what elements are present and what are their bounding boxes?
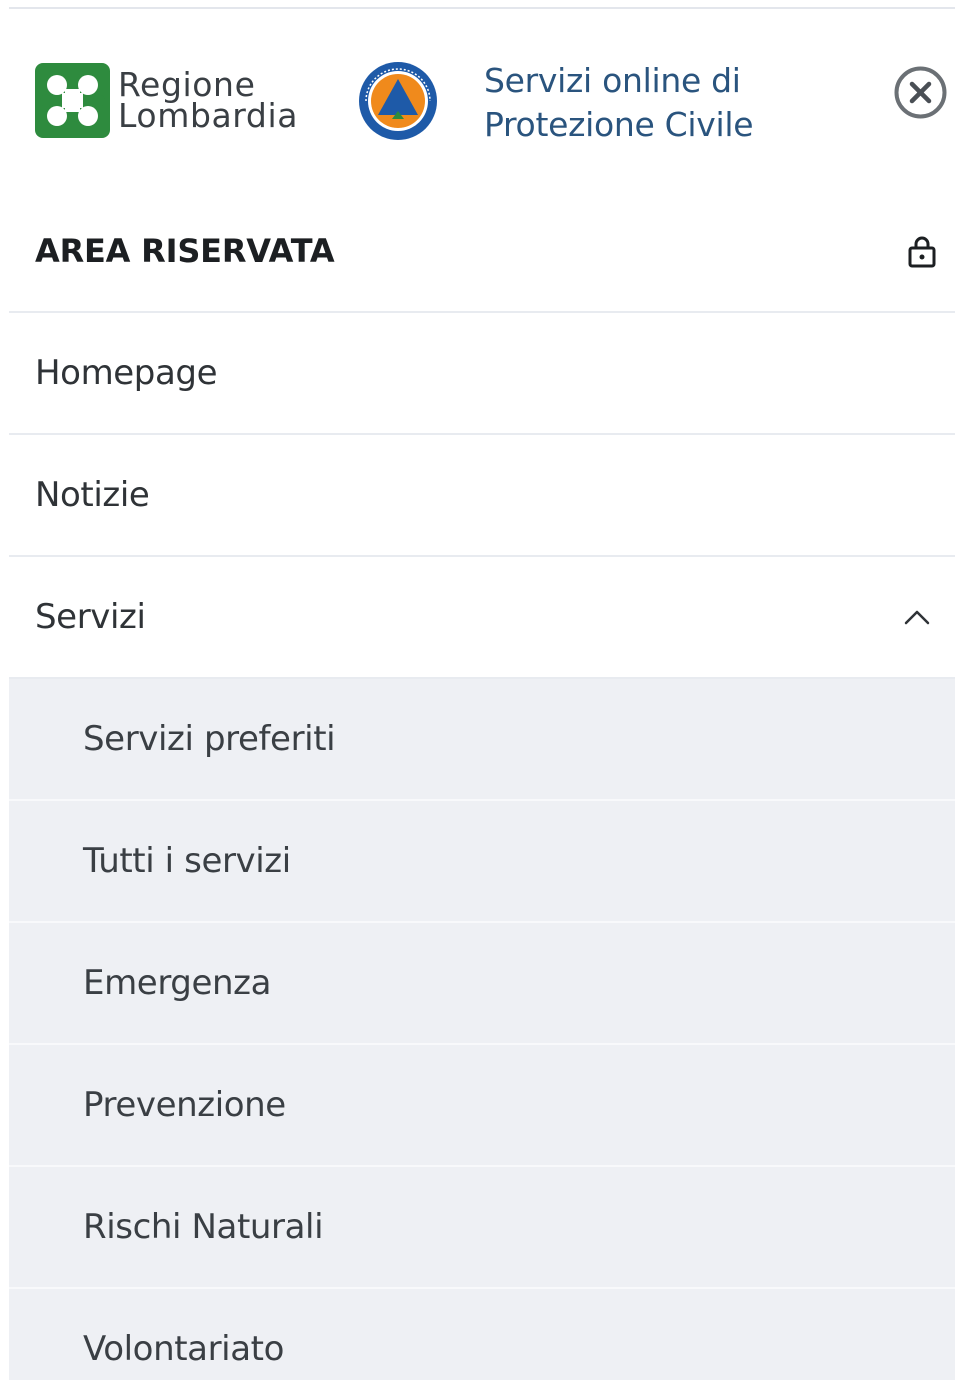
org-name-line2: Lombardia <box>118 96 299 135</box>
area-riservata-label: AREA RISERVATA <box>35 231 335 270</box>
main-menu: AREA RISERVATA Homepage Notizie Servizi … <box>9 190 955 1380</box>
protezione-civile-logo-icon <box>359 62 437 140</box>
submenu-item-label: Rischi Naturali <box>83 1207 324 1247</box>
menu-item-servizi[interactable]: Servizi <box>9 557 955 679</box>
menu-item-homepage[interactable]: Homepage <box>9 313 955 435</box>
submenu-item-rischi-naturali[interactable]: Rischi Naturali <box>9 1167 955 1289</box>
submenu-item-tutti-i-servizi[interactable]: Tutti i servizi <box>9 801 955 923</box>
regione-lombardia-wordmark: Regione Lombardia <box>118 68 299 135</box>
menu-header: Regione Lombardia Servizi online di Prot… <box>0 9 955 187</box>
service-title-line2: Protezione Civile <box>484 105 754 144</box>
lock-icon <box>908 236 936 267</box>
chevron-up-icon[interactable] <box>903 608 931 626</box>
service-title: Servizi online di Protezione Civile <box>484 59 754 147</box>
notizie-label: Notizie <box>35 475 150 515</box>
submenu-item-label: Volontariato <box>83 1329 284 1369</box>
submenu-item-label: Emergenza <box>83 963 272 1003</box>
menu-item-notizie[interactable]: Notizie <box>9 435 955 557</box>
submenu-item-label: Prevenzione <box>83 1085 286 1125</box>
regione-lombardia-logo-icon[interactable] <box>35 63 110 138</box>
submenu-item-servizi-preferiti[interactable]: Servizi preferiti <box>9 679 955 801</box>
homepage-label: Homepage <box>35 353 218 393</box>
submenu-item-prevenzione[interactable]: Prevenzione <box>9 1045 955 1167</box>
submenu-item-label: Servizi preferiti <box>83 719 336 759</box>
submenu-item-emergenza[interactable]: Emergenza <box>9 923 955 1045</box>
mobile-menu-panel: Regione Lombardia Servizi online di Prot… <box>0 0 955 1380</box>
close-icon[interactable] <box>893 65 948 120</box>
servizi-submenu: Servizi preferiti Tutti i servizi Emerge… <box>9 679 955 1380</box>
servizi-label: Servizi <box>35 597 146 637</box>
menu-item-area-riservata[interactable]: AREA RISERVATA <box>9 190 955 313</box>
submenu-item-label: Tutti i servizi <box>83 841 291 881</box>
service-title-line1: Servizi online di <box>484 61 741 100</box>
submenu-item-volontariato[interactable]: Volontariato <box>9 1289 955 1380</box>
